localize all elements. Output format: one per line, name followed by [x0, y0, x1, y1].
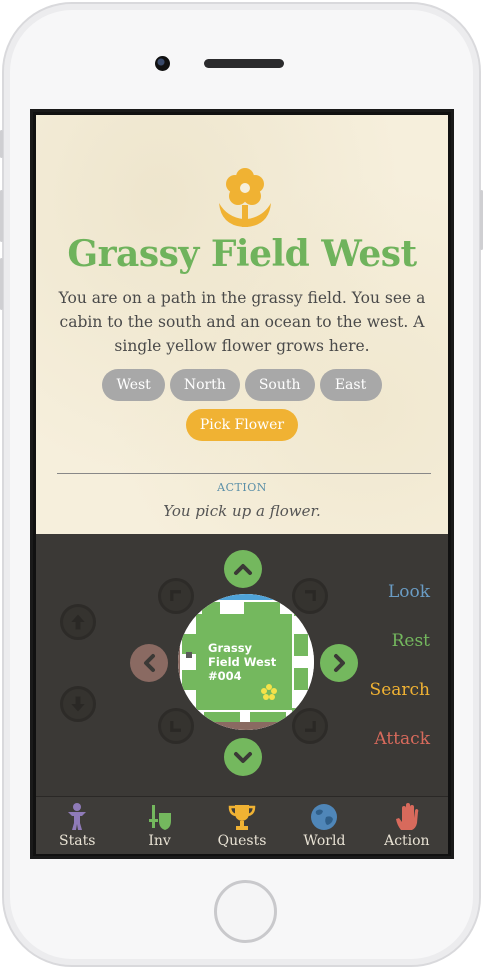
map-location-label: Grassy Field West #004	[208, 641, 288, 683]
chevron-right-icon	[334, 654, 345, 672]
map-label-line1: Grassy	[208, 641, 253, 655]
attack-link[interactable]: Attack	[374, 729, 430, 749]
north-button[interactable]: North	[169, 369, 240, 401]
hand-icon	[395, 803, 419, 830]
tab-bar: Stats Inv Quests World Action	[36, 796, 448, 854]
globe-icon	[311, 804, 338, 830]
tab-world[interactable]: World	[283, 797, 365, 854]
map-label-line2: Field West	[208, 655, 277, 669]
move-east-button[interactable]	[320, 644, 358, 682]
move-west-button[interactable]	[130, 644, 168, 682]
earpiece-speaker	[204, 59, 284, 68]
move-south-button[interactable]	[224, 738, 262, 776]
down-arrow-ghost-icon	[60, 686, 96, 722]
control-panel: Grassy Field West #004 Look Rest Search …	[36, 534, 448, 796]
pick-flower-button[interactable]: Pick Flower	[185, 409, 299, 441]
person-icon	[68, 803, 87, 830]
west-button[interactable]: West	[102, 369, 165, 401]
sword-shield-icon	[148, 805, 171, 830]
trophy-icon	[228, 805, 256, 830]
action-log-heading: ACTION	[217, 481, 267, 494]
tab-label-inv: Inv	[148, 833, 171, 849]
map-flower-marker-icon	[261, 684, 277, 700]
location-description: You are on a path in the grassy field. Y…	[58, 289, 426, 355]
south-button[interactable]: South	[244, 369, 315, 401]
rest-link[interactable]: Rest	[392, 631, 430, 651]
tab-quests[interactable]: Quests	[201, 797, 283, 854]
chevron-up-icon	[234, 564, 252, 575]
tab-stats[interactable]: Stats	[36, 797, 118, 854]
mute-switch	[0, 130, 3, 158]
divider	[57, 473, 431, 474]
location-title: Grassy Field West	[67, 233, 417, 275]
flower-icon	[219, 168, 271, 227]
volume-down-button	[0, 258, 3, 310]
map-label-line3: #004	[208, 669, 242, 683]
location-panel: Grassy Field West You are on a path in t…	[36, 115, 448, 534]
move-north-button[interactable]	[224, 550, 262, 588]
app-screen: Grassy Field West You are on a path in t…	[30, 109, 454, 859]
front-camera	[155, 56, 170, 71]
tab-label-world: World	[303, 833, 346, 849]
home-button[interactable]	[214, 880, 277, 943]
tab-label-quests: Quests	[217, 833, 267, 849]
search-link[interactable]: Search	[370, 680, 430, 700]
tab-label-action: Action	[384, 833, 430, 849]
up-arrow-ghost-icon	[60, 604, 96, 640]
direction-buttons: West North South East	[36, 369, 448, 401]
east-button[interactable]: East	[319, 369, 382, 401]
tab-inv[interactable]: Inv	[118, 797, 200, 854]
tab-action[interactable]: Action	[366, 797, 448, 854]
volume-up-button	[0, 190, 3, 242]
mini-map[interactable]: Grassy Field West #004	[178, 594, 314, 730]
chevron-left-icon	[144, 654, 155, 672]
look-link[interactable]: Look	[388, 582, 430, 602]
action-log-message: You pick up a flower.	[163, 502, 321, 520]
chevron-down-icon	[234, 752, 252, 763]
action-buttons: Pick Flower	[36, 409, 448, 441]
tab-label-stats: Stats	[59, 833, 96, 849]
